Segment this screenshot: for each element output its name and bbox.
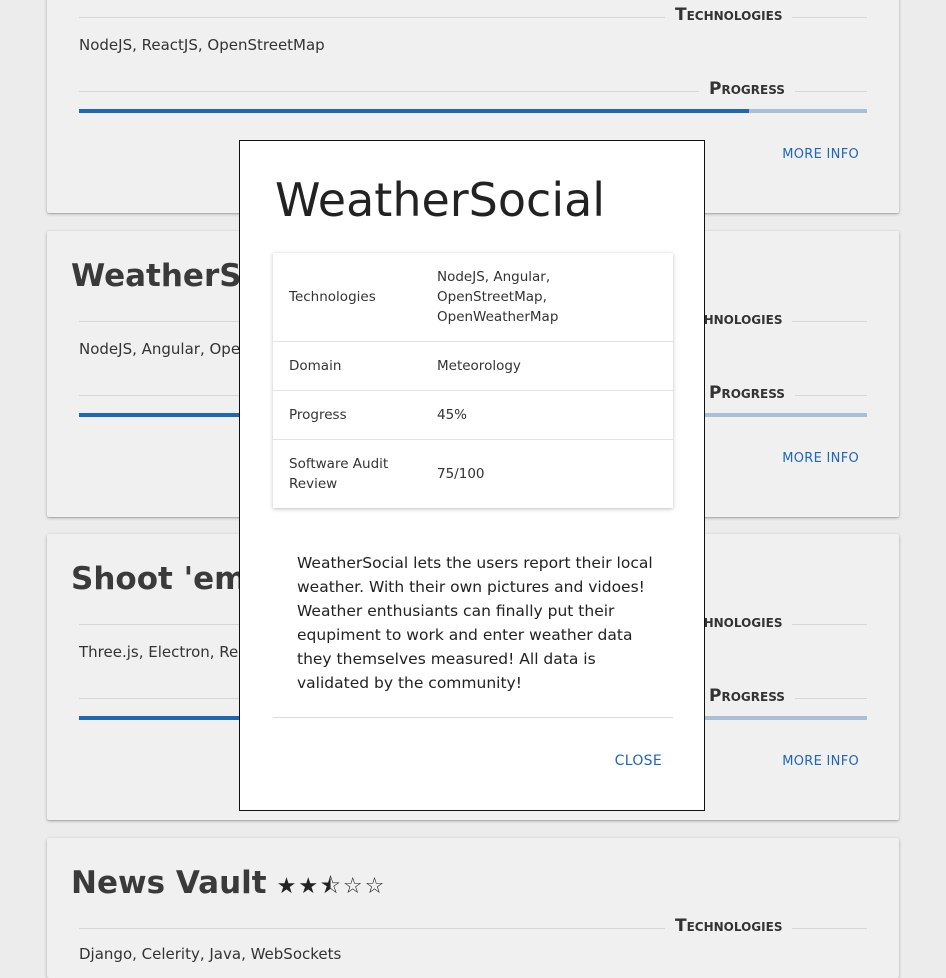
row-value: 45% <box>421 390 673 440</box>
row-key: Domain <box>273 341 421 391</box>
details-table: Technologies NodeJS, Angular, OpenStreet… <box>273 253 673 508</box>
modal-description: WeatherSocial lets the users report thei… <box>297 554 653 692</box>
row-key: Progress <box>273 390 421 440</box>
modal-divider <box>273 717 673 718</box>
table-row: Software Audit Review 75/100 <box>273 440 673 509</box>
table-row: Progress 45% <box>273 390 673 440</box>
modal-overlay[interactable]: WeatherSocial Technologies NodeJS, Angul… <box>0 0 946 951</box>
modal-title: WeatherSocial <box>275 173 606 227</box>
row-key: Software Audit Review <box>289 456 389 492</box>
close-button[interactable]: Close <box>615 753 662 769</box>
row-value: Meteorology <box>421 341 673 391</box>
table-row: Technologies NodeJS, Angular, OpenStreet… <box>273 253 673 342</box>
table-row: Domain Meteorology <box>273 341 673 391</box>
row-value: 75/100 <box>437 466 485 482</box>
project-details-modal: WeatherSocial Technologies NodeJS, Angul… <box>239 140 705 811</box>
row-key: Technologies <box>273 253 421 342</box>
row-value: NodeJS, Angular, OpenStreetMap, OpenWeat… <box>421 253 673 342</box>
